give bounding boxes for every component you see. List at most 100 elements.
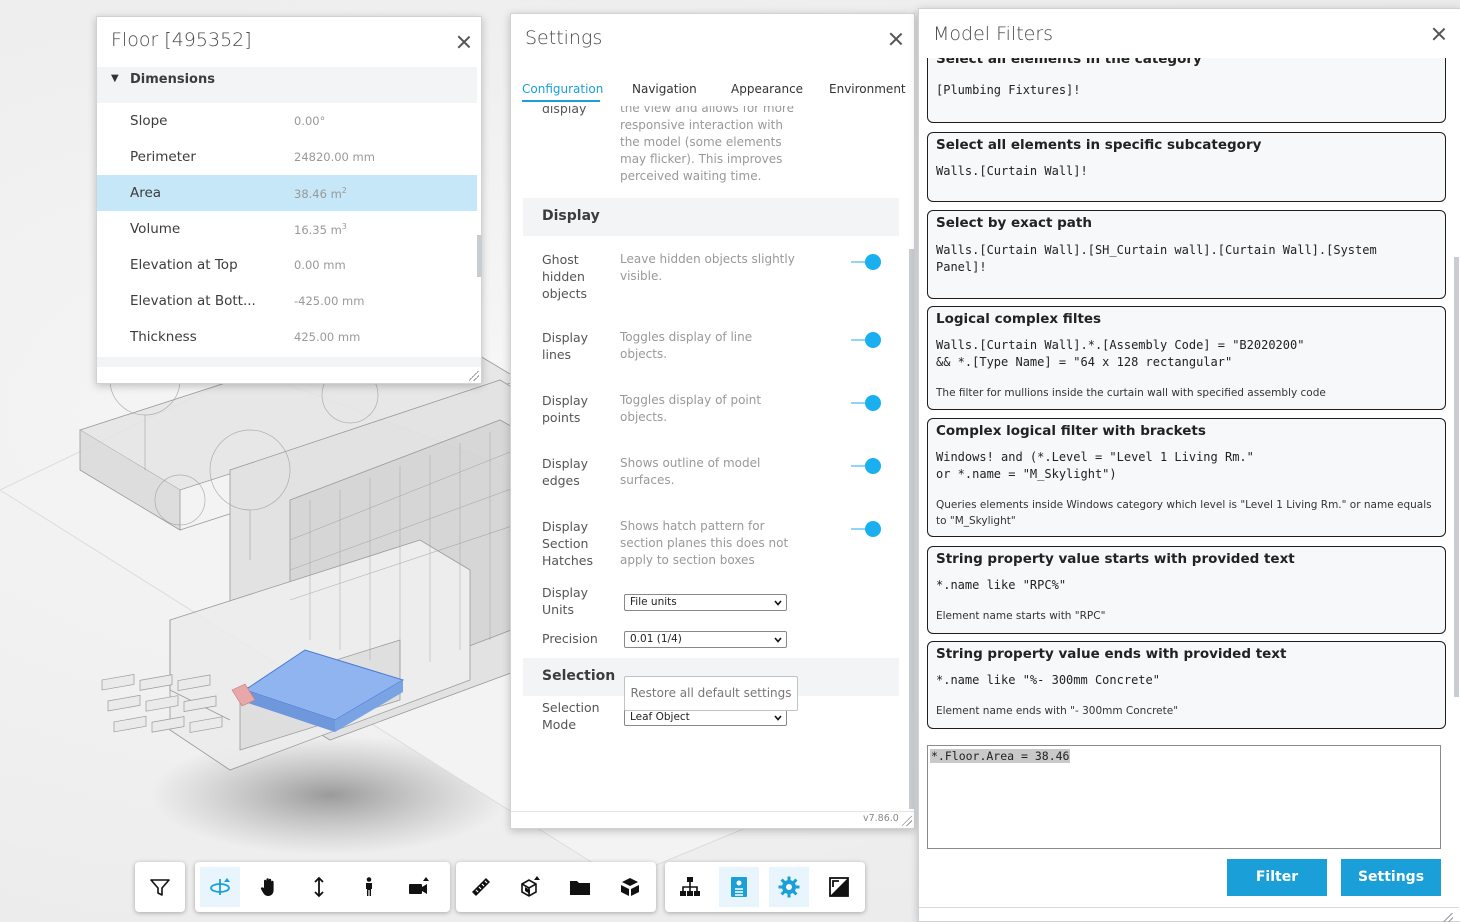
tab-environment[interactable]: Environment <box>829 82 906 96</box>
properties-scrollbar[interactable] <box>477 235 482 277</box>
display-points-toggle[interactable] <box>851 394 881 412</box>
properties-panel-title: Floor [495352] <box>111 29 252 51</box>
filters-close-icon[interactable] <box>1431 26 1447 42</box>
filter-card-desc: Element name starts with "RPC" <box>936 610 1106 622</box>
filter-card[interactable]: String property value starts with provid… <box>927 546 1446 634</box>
settings-button[interactable] <box>769 867 809 907</box>
display-edges-toggle[interactable] <box>851 457 881 475</box>
toggle-desc: Shows hatch pattern for section planes t… <box>620 519 789 567</box>
filter-card[interactable]: Select by exact path Walls.[Curtain Wall… <box>927 210 1446 299</box>
version-label: v7.86.0 <box>863 813 899 824</box>
section-label: Dimensions <box>130 72 215 87</box>
filter-card[interactable]: Select all elements in specific subcateg… <box>927 132 1446 202</box>
first-person-tool-button[interactable] <box>349 867 389 907</box>
filter-button[interactable]: Filter <box>1227 859 1327 896</box>
filter-card-title: String property value starts with provid… <box>936 551 1295 567</box>
first-person-icon <box>366 877 372 896</box>
zoom-tool-button[interactable] <box>299 867 339 907</box>
property-value: -425.00 mm <box>294 294 365 308</box>
toggle-desc: Toggles display of line objects. <box>620 330 753 361</box>
display-units-label: Display Units <box>542 585 589 617</box>
camera-tool-button[interactable] <box>399 867 439 907</box>
property-key: Slope <box>130 113 168 129</box>
property-row[interactable]: Elevation at Bott... -425.00 mm <box>97 283 477 319</box>
tab-navigation[interactable]: Navigation <box>632 82 697 96</box>
resize-grip-icon[interactable] <box>1443 913 1453 922</box>
properties-icon <box>731 877 747 897</box>
settings-scrollbar[interactable] <box>909 249 914 809</box>
settings-close-icon[interactable] <box>888 31 904 47</box>
zoom-icon <box>314 876 324 898</box>
property-row[interactable]: Thickness 425.00 mm <box>97 319 477 355</box>
caret-down-icon: ▼ <box>111 73 119 84</box>
filters-scrollbar[interactable] <box>1454 257 1459 697</box>
chevron-down-icon <box>774 637 782 643</box>
filter-card-desc: Queries elements inside Windows category… <box>936 499 1432 527</box>
filter-card-query: Walls.[Curtain Wall].[SH_Curtain wall].[… <box>936 243 1377 274</box>
toolbar-group-filter <box>135 862 185 912</box>
toggle-label: Display Section Hatches <box>542 519 593 568</box>
display-section-hatches-toggle[interactable] <box>851 520 881 538</box>
properties-button[interactable] <box>719 867 759 907</box>
filter-card[interactable]: Logical complex filtes Walls.[Curtain Wa… <box>927 306 1446 410</box>
filter-card-title: Select by exact path <box>936 215 1092 231</box>
property-key: Volume <box>130 221 181 237</box>
model-filters-panel: Model Filters Select all elements in the… <box>918 8 1460 922</box>
filter-card-title: Select all elements in specific subcateg… <box>936 137 1262 153</box>
orbit-tool-button[interactable] <box>200 867 240 907</box>
property-key: Thickness <box>130 329 197 345</box>
section-tool-button[interactable] <box>510 867 550 907</box>
tab-appearance[interactable]: Appearance <box>731 82 803 96</box>
folder-icon <box>570 881 590 895</box>
section-icon <box>521 876 540 897</box>
toggle-desc: Leave hidden objects slightly visible. <box>620 252 795 283</box>
filter-settings-button[interactable]: Settings <box>1341 859 1441 896</box>
pan-tool-button[interactable] <box>249 867 289 907</box>
filter-card-query: *.name like "RPC%" <box>936 578 1067 592</box>
display-units-select[interactable]: File units <box>624 594 787 611</box>
display-section-header: Display <box>523 198 899 236</box>
property-rows: Slope 0.00° Perimeter 24820.00 mm Area 3… <box>97 103 477 355</box>
query-text: *.Floor.Area = 38.46 <box>930 749 1071 763</box>
filters-footer-divider <box>919 907 1459 908</box>
filter-query-input[interactable]: *.Floor.Area = 38.46 <box>927 745 1441 849</box>
explode-icon <box>621 878 639 896</box>
property-row[interactable]: Slope 0.00° <box>97 103 477 139</box>
display-lines-toggle[interactable] <box>851 331 881 349</box>
model-browser-button[interactable] <box>670 867 710 907</box>
documents-tool-button[interactable] <box>560 867 600 907</box>
settings-panel: Settings Configuration Navigation Appear… <box>510 13 915 829</box>
selection-mode-select[interactable]: Leaf Object <box>624 709 787 726</box>
ghost-hidden-objects-toggle[interactable] <box>851 253 881 271</box>
filter-card[interactable]: String property value ends with provided… <box>927 641 1446 729</box>
property-key: Elevation at Top <box>130 257 238 273</box>
resize-grip-icon[interactable] <box>902 816 912 826</box>
property-key: Elevation at Bott... <box>130 293 256 309</box>
active-tab-indicator <box>522 100 600 102</box>
dimensions-section-header[interactable]: ▼ Dimensions <box>97 67 477 103</box>
properties-close-icon[interactable] <box>456 34 472 50</box>
restore-defaults-button[interactable]: Restore all default settings <box>624 676 798 711</box>
property-row[interactable]: Volume 16.35 m3 <box>97 211 477 247</box>
property-row-selected[interactable]: Area 38.46 m2 <box>97 175 477 211</box>
explode-tool-button[interactable] <box>610 867 650 907</box>
fullscreen-button[interactable] <box>819 867 859 907</box>
filter-card[interactable]: Select all elements in the category [Plu… <box>927 58 1446 123</box>
settings-icon <box>778 876 800 898</box>
toggle-label: Ghost hidden objects <box>542 252 588 301</box>
tab-configuration[interactable]: Configuration <box>522 82 603 96</box>
filter-tool-button[interactable] <box>140 867 180 907</box>
filter-examples-list: Select all elements in the category [Plu… <box>919 58 1459 738</box>
filter-card-query: Walls.[Curtain Wall].*.[Assembly Code] =… <box>936 338 1305 369</box>
property-value: 425.00 mm <box>294 330 361 344</box>
filter-card-query: Windows! and (*.Level = "Level 1 Living … <box>936 450 1254 481</box>
property-key: Perimeter <box>130 149 196 165</box>
filter-card[interactable]: Complex logical filter with brackets Win… <box>927 418 1446 537</box>
orbit-icon <box>210 878 230 895</box>
property-row[interactable]: Elevation at Top 0.00 mm <box>97 247 477 283</box>
filter-card-query: *.name like "%- 300mm Concrete" <box>936 673 1160 687</box>
measure-tool-button[interactable] <box>461 867 501 907</box>
precision-select[interactable]: 0.01 (1/4) <box>624 631 787 648</box>
property-row[interactable]: Perimeter 24820.00 mm <box>97 139 477 175</box>
resize-grip-icon[interactable] <box>469 371 479 381</box>
